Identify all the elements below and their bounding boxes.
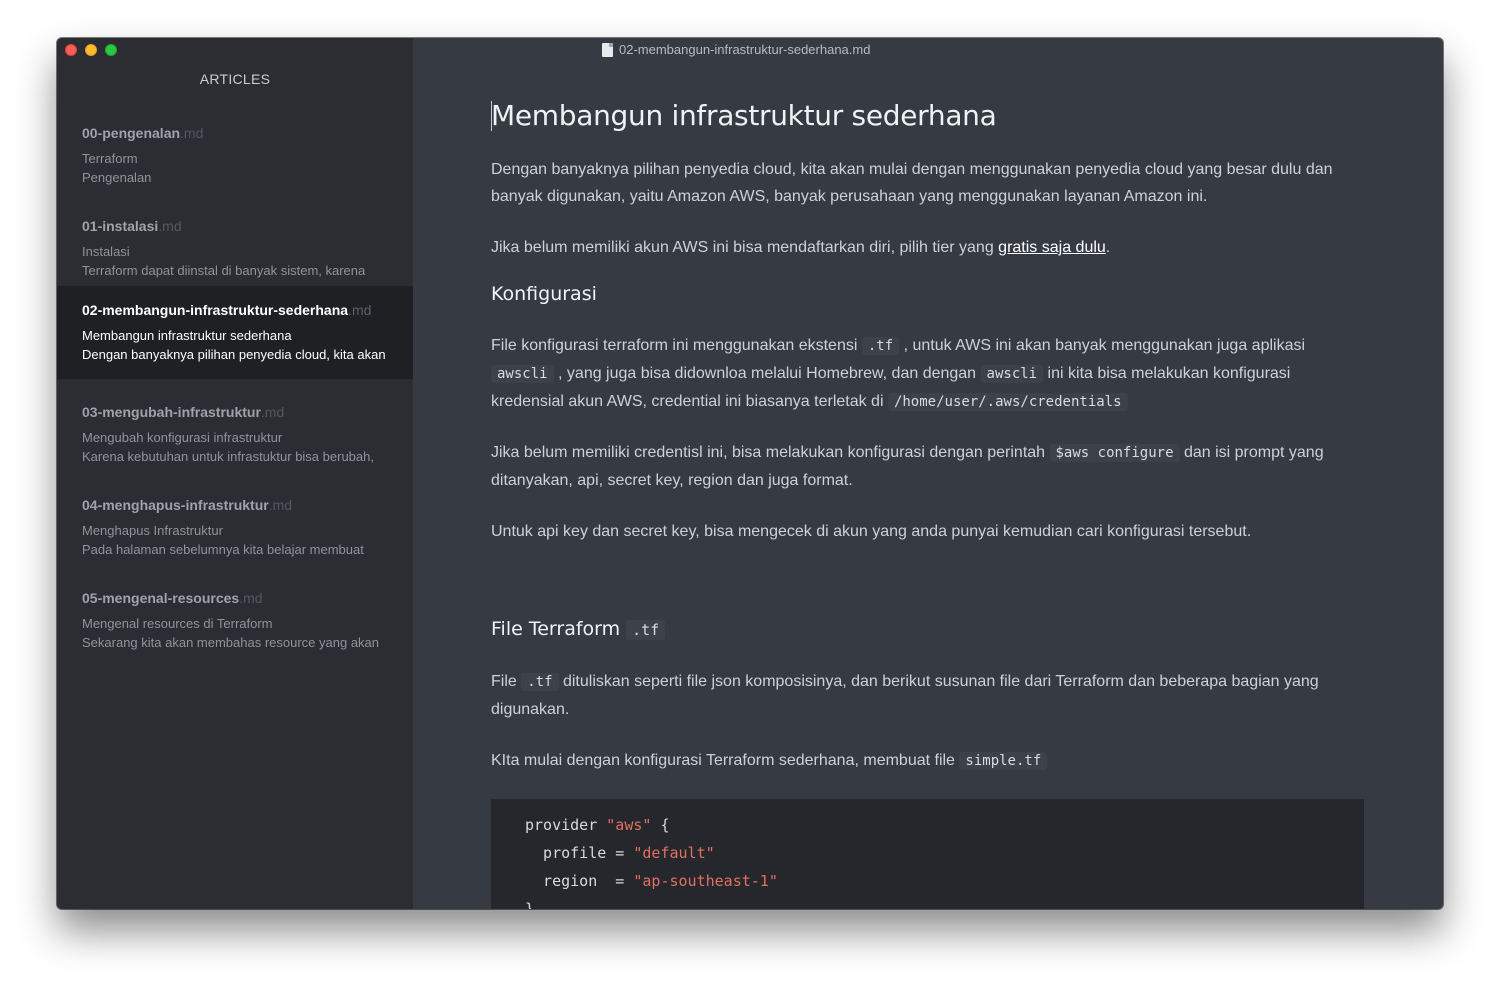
minimize-window-button[interactable] bbox=[85, 44, 97, 56]
sidebar: ARTICLES 00-pengenalan.md Terraform Peng… bbox=[57, 38, 413, 909]
article-title: Membangun infrastruktur sederhana bbox=[82, 328, 292, 343]
article-excerpt: Dengan banyaknya pilihan penyedia cloud,… bbox=[82, 347, 386, 362]
inline-code: awscli bbox=[980, 365, 1044, 383]
article-title: Instalasi bbox=[82, 244, 130, 259]
sidebar-title: ARTICLES bbox=[199, 71, 271, 87]
link-free-tier[interactable]: gratis saja dulu bbox=[998, 239, 1106, 256]
article-excerpt: Sekarang kita akan membahas resource yan… bbox=[82, 635, 380, 650]
inline-code: .tf bbox=[521, 673, 559, 691]
paragraph-credentials: Jika belum memiliki credentisl ini, bisa… bbox=[491, 444, 1324, 489]
inline-code: simple.tf bbox=[959, 752, 1048, 770]
maximize-window-button[interactable] bbox=[105, 44, 117, 56]
article-title: Mengubah konfigurasi infrastruktur bbox=[82, 430, 283, 445]
inline-code: $aws configure bbox=[1049, 444, 1180, 462]
article-name: 02-membangun-infrastruktur-sederhana.md bbox=[82, 302, 372, 318]
paragraph-intro: Dengan banyaknya pilihan penyedia cloud,… bbox=[491, 161, 1333, 205]
article-name: 05-mengenal-resources.md bbox=[82, 590, 263, 606]
article-item-01[interactable]: 01-instalasi.md Instalasi Terraform dapa… bbox=[57, 188, 413, 281]
article-name: 03-mengubah-infrastruktur.md bbox=[82, 404, 285, 420]
inline-code: .tf bbox=[861, 337, 900, 355]
article-title: Menghapus Infrastruktur bbox=[82, 523, 223, 538]
article-name: 01-instalasi.md bbox=[82, 218, 182, 234]
article-excerpt: Pada halaman sebelumnya kita belajar mem… bbox=[82, 542, 364, 557]
article-item-00[interactable]: 00-pengenalan.md Terraform Pengenalan bbox=[57, 95, 413, 188]
article-name: 00-pengenalan.md bbox=[82, 125, 204, 141]
inline-code: /home/user/.aws/credentials bbox=[887, 393, 1128, 411]
editor-content[interactable]: Membangun infrastruktur sederhana Dengan… bbox=[491, 38, 1443, 909]
heading-konfigurasi: Konfigurasi bbox=[491, 283, 597, 305]
paragraph-file-tf: File .tf dituliskan seperti file json ko… bbox=[491, 673, 1319, 718]
paragraph-konfigurasi: File konfigurasi terraform ini menggunak… bbox=[491, 337, 1306, 411]
article-name: 04-menghapus-infrastruktur.md bbox=[82, 497, 293, 513]
app-window: ARTICLES 00-pengenalan.md Terraform Peng… bbox=[57, 38, 1443, 909]
window-controls bbox=[65, 44, 117, 56]
inline-code: awscli bbox=[491, 365, 554, 383]
page-title: Membangun infrastruktur sederhana bbox=[491, 99, 997, 132]
paragraph-api-key: Untuk api key dan secret key, bisa menge… bbox=[491, 523, 1252, 540]
paragraph-signup: Jika belum memiliki akun AWS ini bisa me… bbox=[491, 239, 1111, 256]
code-block[interactable]: provider "aws" { profile = "default" reg… bbox=[491, 799, 1364, 909]
article-item-03[interactable]: 03-mengubah-infrastruktur.md Mengubah ko… bbox=[57, 374, 413, 467]
article-item-04[interactable]: 04-menghapus-infrastruktur.md Menghapus … bbox=[57, 467, 413, 560]
inline-code: .tf bbox=[626, 620, 666, 640]
article-excerpt: Pengenalan bbox=[82, 170, 152, 185]
article-excerpt: Karena kebutuhan untuk infrastuktur bisa… bbox=[82, 449, 374, 464]
article-excerpt: Terraform dapat diinstal di banyak siste… bbox=[82, 263, 366, 278]
paragraph-simple-tf: KIta mulai dengan konfigurasi Terraform … bbox=[491, 747, 1366, 775]
heading-file-terraform: File Terraform .tf bbox=[491, 618, 666, 640]
article-title: Terraform bbox=[82, 151, 138, 166]
article-item-02[interactable]: 02-membangun-infrastruktur-sederhana.md … bbox=[57, 286, 413, 379]
article-title: Mengenal resources di Terraform bbox=[82, 616, 273, 631]
article-item-05[interactable]: 05-mengenal-resources.md Mengenal resour… bbox=[57, 560, 413, 653]
close-window-button[interactable] bbox=[65, 44, 77, 56]
